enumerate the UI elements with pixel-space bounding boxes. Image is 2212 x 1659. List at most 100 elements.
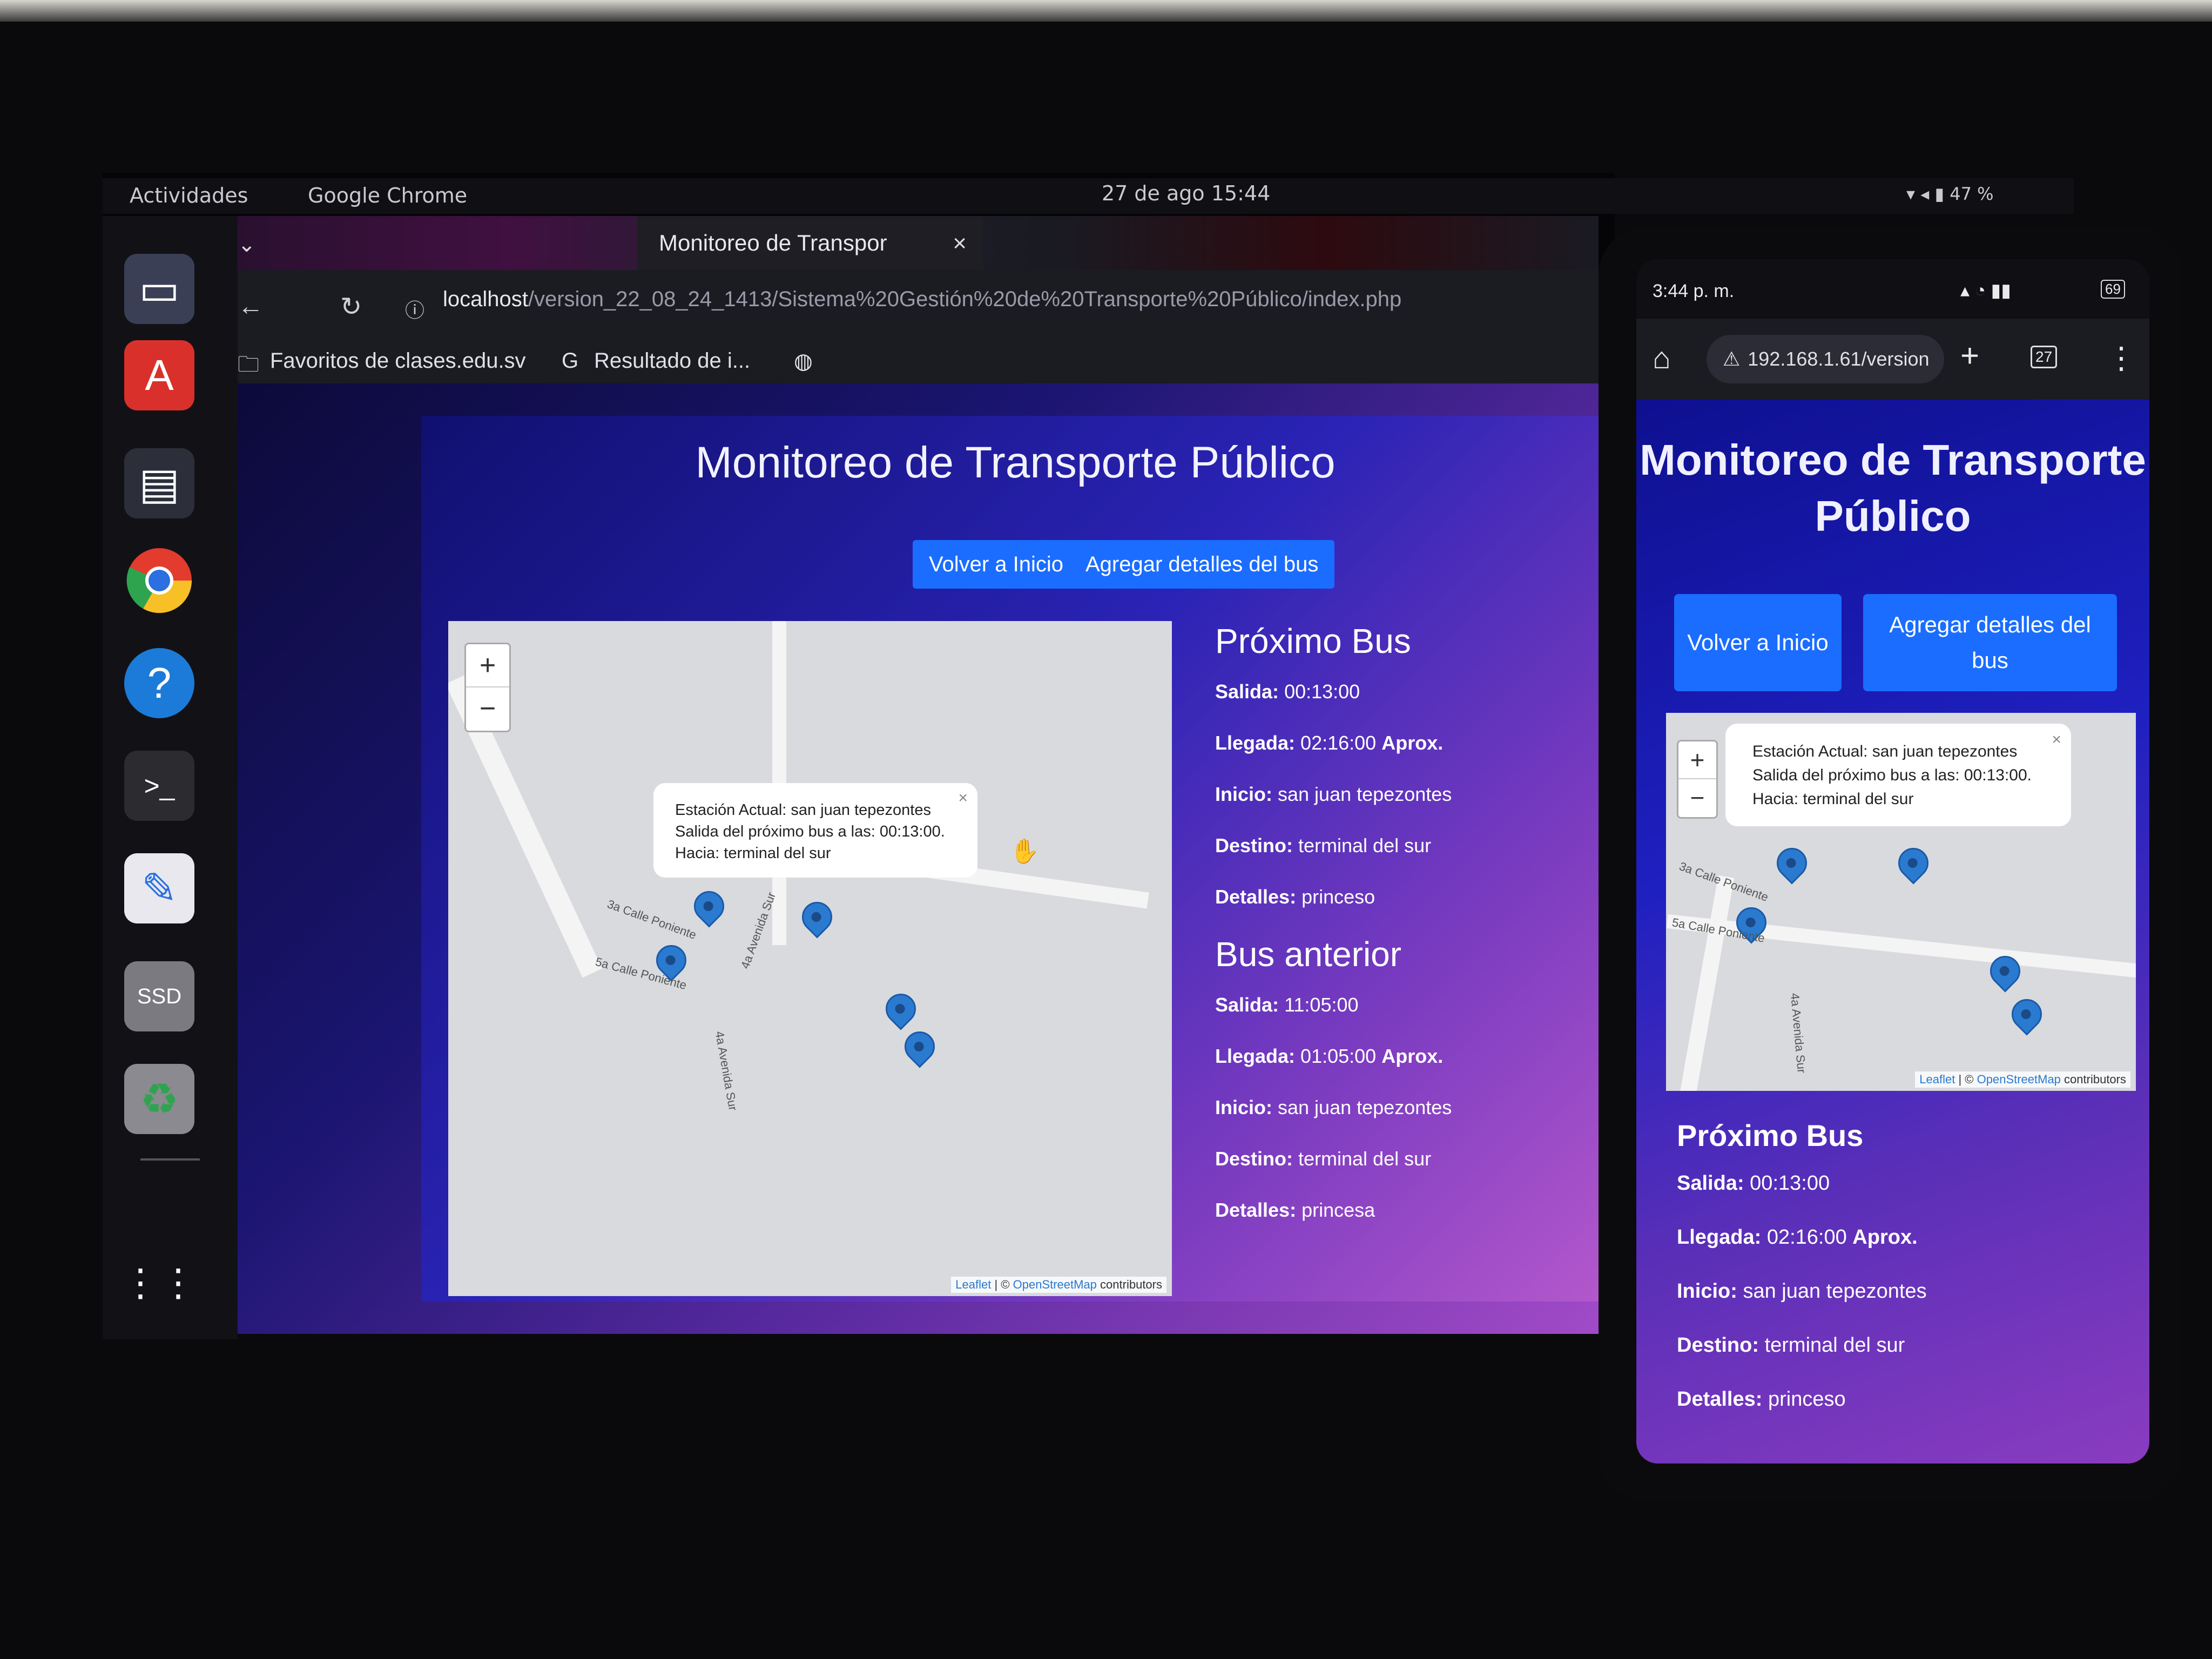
label: Salida: [1215, 994, 1279, 1016]
phone-map[interactable]: + − × Estación Actual: san juan tepezont… [1666, 713, 2136, 1091]
home-button[interactable]: Volver a Inicio [913, 540, 1080, 589]
value: terminal del sur [1764, 1334, 1905, 1357]
app-grid-icon[interactable]: ⋮⋮ [122, 1247, 197, 1318]
back-icon[interactable]: ← [238, 292, 264, 321]
tab-switcher-count[interactable]: 27 [2031, 346, 2058, 368]
value: 00:13:00 [1750, 1172, 1830, 1195]
text-editor-icon[interactable]: ✎ [124, 853, 194, 923]
drive-icon[interactable]: SSD [124, 961, 194, 1031]
activities-button[interactable]: Actividades [130, 184, 248, 207]
osm-link[interactable]: OpenStreetMap [1977, 1073, 2061, 1086]
google-icon: G [562, 349, 579, 373]
tab-title: Monitoreo de Transpor [659, 230, 887, 255]
tab-search-icon[interactable]: ⌄ [238, 232, 256, 257]
battery-icon: ▮ [1934, 184, 1945, 204]
popup-close-icon[interactable]: × [958, 787, 968, 809]
value: princeso [1768, 1388, 1846, 1411]
map[interactable]: + − × Estación Actual: san juan tepezont… [448, 621, 1172, 1296]
label: Inicio: [1215, 783, 1272, 805]
zoom-in-button[interactable]: + [466, 644, 509, 687]
zoom-out-button[interactable]: − [466, 687, 509, 730]
zoom-in-button[interactable]: + [1678, 741, 1716, 779]
phone-add-bus-button[interactable]: Agregar detalles del bus [1863, 594, 2117, 691]
map-attribution: Leaflet | © OpenStreetMap contributors [951, 1277, 1166, 1293]
attrib-text: contributors [1100, 1278, 1162, 1291]
chrome-icon[interactable] [124, 545, 194, 616]
bookmarks-bar: 🗀 Favoritos de clases.edu.sv G Resultado… [238, 340, 1599, 383]
zoom-out-button[interactable]: − [1678, 779, 1716, 816]
site-info-icon[interactable]: ⓘ [405, 295, 424, 323]
url-path: /version_22_08_24_1413/Sistema%20Gestión… [528, 287, 1402, 311]
home-icon[interactable]: ⌂ [1653, 340, 1671, 375]
bookmark-favoritos[interactable]: Favoritos de clases.edu.sv [270, 349, 526, 373]
map-marker-icon[interactable] [2005, 993, 2048, 1036]
phone-next-bus-detalles: Detalles: princeso [1677, 1388, 1846, 1411]
label: Llegada: [1215, 1045, 1296, 1067]
trash-icon[interactable]: ♻ [124, 1064, 194, 1134]
osm-link[interactable]: OpenStreetMap [1013, 1278, 1097, 1291]
phone-status-bar: 3:44 p. m. ▴ ◔ ▮▮ 69 [1636, 259, 2149, 319]
files-icon[interactable]: ▭ [124, 254, 194, 324]
reload-icon[interactable]: ↻ [340, 292, 362, 322]
street-label: 3a Calle Poniente [605, 897, 698, 942]
phone-next-bus-salida: Salida: 00:13:00 [1677, 1172, 1830, 1195]
value: 01:05:00 [1300, 1045, 1377, 1067]
globe-icon[interactable]: ◍ [794, 349, 813, 374]
popup-close-icon[interactable]: × [2052, 728, 2061, 752]
next-bus-llegada: Llegada: 02:16:00 Aprox. [1215, 732, 1443, 754]
window-manager-icon[interactable]: ▤ [124, 448, 194, 518]
label: Salida: [1677, 1172, 1744, 1195]
value: 11:05:00 [1284, 994, 1359, 1016]
software-center-icon[interactable]: A [124, 340, 194, 410]
phone-map-popup: × Estación Actual: san juan tepezontes S… [1725, 724, 2071, 826]
value: princeso [1301, 886, 1375, 908]
add-bus-details-button[interactable]: Agregar detalles del bus [1069, 540, 1335, 589]
popup-destination: Hacia: terminal del sur [1752, 790, 1914, 808]
menu-icon[interactable]: ⋮ [2106, 340, 2136, 376]
map-road [1678, 875, 1735, 1091]
app-menu[interactable]: Google Chrome [308, 184, 467, 207]
map-marker-icon[interactable] [879, 987, 922, 1030]
leaflet-link[interactable]: Leaflet [955, 1278, 991, 1291]
system-tray[interactable]: ▾ ◂ ▮ 47 % [1906, 184, 1994, 204]
label: Salida: [1215, 680, 1279, 703]
map-marker-icon[interactable] [1892, 841, 1935, 885]
phone-next-bus-heading: Próximo Bus [1677, 1118, 1864, 1152]
map-popup: × Estación Actual: san juan tepezontes S… [653, 783, 977, 878]
address-bar[interactable]: localhost/version_22_08_24_1413/Sistema%… [443, 287, 1401, 312]
map-marker-icon[interactable] [1770, 841, 1813, 885]
phone-home-button[interactable]: Volver a Inicio [1674, 594, 1842, 691]
clock[interactable]: 27 de ago 15:44 [1102, 181, 1270, 205]
close-icon[interactable]: × [953, 230, 967, 257]
phone-next-bus-inicio: Inicio: san juan tepezontes [1677, 1280, 1927, 1303]
phone: 3:44 p. m. ▴ ◔ ▮▮ 69 ⌂ ⚠ 192.168.1.61/ve… [1599, 227, 2182, 1501]
background-wall [0, 0, 2212, 22]
volume-icon: ◂ [1920, 184, 1930, 204]
prev-bus-heading: Bus anterior [1215, 935, 1402, 974]
bookmark-resultado[interactable]: Resultado de i... [594, 349, 750, 373]
map-marker-icon[interactable] [898, 1025, 941, 1068]
browser-viewport: Monitoreo de Transporte Público Volver a… [238, 383, 1609, 1334]
label: Inicio: [1677, 1280, 1737, 1303]
map-attribution: Leaflet | © OpenStreetMap contributors [1915, 1071, 2130, 1088]
label: Llegada: [1677, 1226, 1762, 1249]
prev-bus-inicio: Inicio: san juan tepezontes [1215, 1096, 1452, 1119]
folder-icon: 🗀 [238, 353, 259, 376]
aprox: Aprox. [1381, 732, 1444, 754]
map-marker-icon[interactable] [687, 885, 731, 928]
new-tab-icon[interactable]: + [1960, 337, 1979, 374]
map-marker-icon[interactable] [795, 895, 839, 939]
help-icon[interactable]: ? [124, 648, 194, 718]
label: Detalles: [1677, 1388, 1763, 1411]
tab-monitoreo[interactable]: Monitoreo de Transpor × [637, 216, 983, 270]
browser-toolbar: ← ↻ ⓘ localhost/version_22_08_24_1413/Si… [238, 270, 1599, 340]
label: Destino: [1215, 834, 1293, 857]
browser-tab-bar: ⌄ Monitoreo de Transpor × [238, 216, 1599, 270]
phone-address-bar[interactable]: ⚠ 192.168.1.61/version [1707, 335, 1944, 383]
leaflet-link[interactable]: Leaflet [1919, 1073, 1955, 1086]
phone-screen: 3:44 p. m. ▴ ◔ ▮▮ 69 ⌂ ⚠ 192.168.1.61/ve… [1636, 259, 2149, 1464]
value: terminal del sur [1298, 1148, 1432, 1170]
next-bus-salida: Salida: 00:13:00 [1215, 680, 1360, 703]
terminal-icon[interactable]: >_ [124, 751, 194, 821]
label: Detalles: [1215, 886, 1297, 908]
